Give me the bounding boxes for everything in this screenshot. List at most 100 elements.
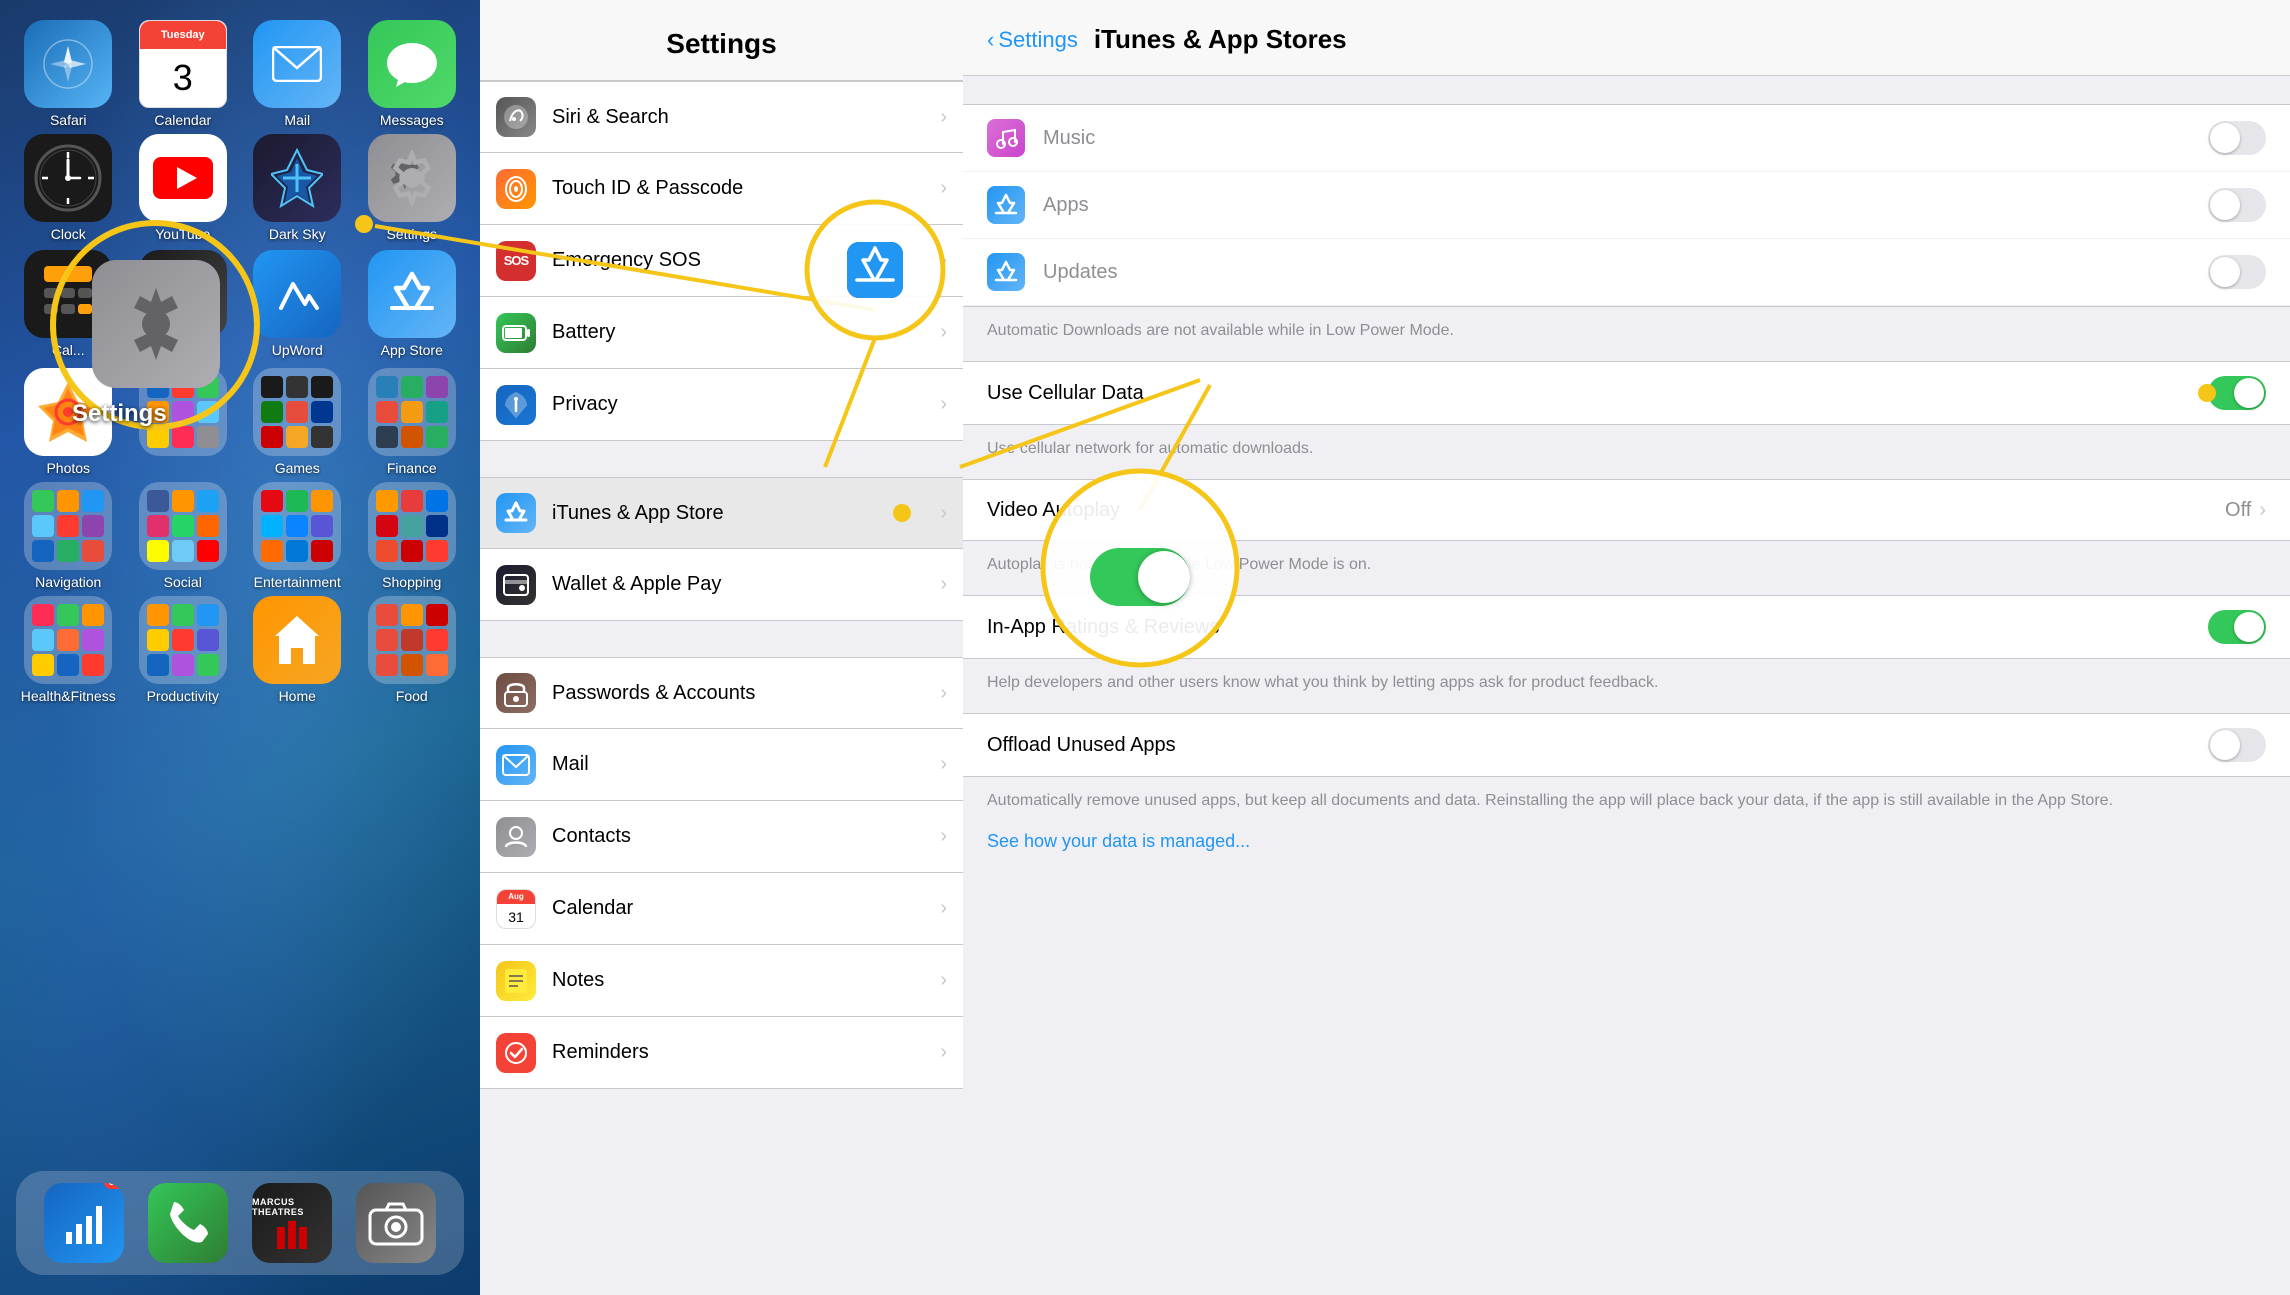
settings-row-sos[interactable]: SOS Emergency SOS › xyxy=(480,225,963,297)
wallet-row-label: Wallet & Apple Pay xyxy=(552,573,940,596)
auto-dl-row-apps[interactable]: Apps xyxy=(963,172,2290,239)
touchid-row-icon xyxy=(496,169,536,209)
dock-camera-icon xyxy=(356,1183,436,1263)
dock-camera[interactable] xyxy=(356,1183,436,1263)
battery-chevron: › xyxy=(940,321,947,344)
itunes-chevron: › xyxy=(940,502,947,525)
video-description: Autoplay is not available while Low Powe… xyxy=(963,541,2290,595)
dock-phone-icon xyxy=(148,1183,228,1263)
app-social[interactable]: Social xyxy=(131,482,236,590)
sos-row-label: Emergency SOS xyxy=(552,249,940,272)
youtube-icon xyxy=(139,134,227,222)
apps-auto-dl-label: Apps xyxy=(1043,194,2208,217)
safari-label: Safari xyxy=(50,112,87,128)
app-home[interactable]: Home xyxy=(245,596,350,704)
reminders-row-icon xyxy=(496,1033,536,1073)
contacts-row-icon xyxy=(496,817,536,857)
settings-row-touchid[interactable]: Touch ID & Passcode › xyxy=(480,153,963,225)
app-calendar[interactable]: Tuesday 3 Calendar xyxy=(131,20,236,128)
settings-row-privacy[interactable]: Privacy › xyxy=(480,369,963,441)
updates-auto-dl-icon xyxy=(987,253,1025,291)
settings-row-passwords[interactable]: Passwords & Accounts › xyxy=(480,657,963,729)
music-toggle-thumb xyxy=(2210,123,2240,153)
clock-label: Clock xyxy=(51,226,86,242)
app-productivity[interactable]: Productivity xyxy=(131,596,236,704)
dock-signal[interactable]: 305 xyxy=(44,1183,124,1263)
updates-toggle[interactable] xyxy=(2208,255,2266,289)
mail-row-icon xyxy=(496,745,536,785)
food-label: Food xyxy=(396,688,428,704)
youtube-label: YouTube xyxy=(155,226,210,242)
back-label: Settings xyxy=(998,27,1078,53)
contacts-chevron: › xyxy=(940,825,947,848)
auto-dl-row-music[interactable]: Music xyxy=(963,105,2290,172)
separator-2 xyxy=(480,621,963,657)
app-safari[interactable]: Safari xyxy=(16,20,121,128)
video-row[interactable]: Video Autoplay Off › xyxy=(963,480,2290,540)
app-darksky[interactable]: Dark Sky xyxy=(245,134,350,242)
app-shopping[interactable]: Shopping xyxy=(360,482,465,590)
video-label: Video Autoplay xyxy=(987,499,2225,522)
calendar-label: Calendar xyxy=(154,112,211,128)
ratings-description: Help developers and other users know wha… xyxy=(963,659,2290,713)
apps-toggle[interactable] xyxy=(2208,188,2266,222)
see-how-link[interactable]: See how your data is managed... xyxy=(963,831,2290,872)
music-auto-dl-icon xyxy=(987,119,1025,157)
app-mail[interactable]: Mail xyxy=(245,20,350,128)
ratings-toggle[interactable] xyxy=(2208,610,2266,644)
dock: 305 MARCUS THEATRES xyxy=(16,1171,464,1275)
settings-section-1: Siri & Search › Touch ID & Passcode › SO… xyxy=(480,81,963,441)
back-button[interactable]: ‹ Settings xyxy=(987,27,1078,53)
settings-row-contacts[interactable]: Contacts › xyxy=(480,801,963,873)
app-entertainment[interactable]: Entertainment xyxy=(245,482,350,590)
apps-auto-dl-icon xyxy=(987,186,1025,224)
music-auto-dl-label: Music xyxy=(1043,127,2208,150)
dock-signal-icon: 305 xyxy=(44,1183,124,1263)
cellular-toggle[interactable] xyxy=(2208,376,2266,410)
settings-row-calendar[interactable]: Aug 31 Calendar › xyxy=(480,873,963,945)
dock-theatre[interactable]: MARCUS THEATRES xyxy=(252,1183,332,1263)
itunes-row-icon xyxy=(496,493,536,533)
settings-row-siri[interactable]: Siri & Search › xyxy=(480,81,963,153)
notes-row-icon xyxy=(496,961,536,1001)
settings-row-notes[interactable]: Notes › xyxy=(480,945,963,1017)
mail-label: Mail xyxy=(284,112,310,128)
app-finance[interactable]: Finance xyxy=(360,368,465,476)
dock-theatre-icon: MARCUS THEATRES xyxy=(252,1183,332,1263)
app-appstore[interactable]: App Store xyxy=(360,250,465,358)
auto-dl-row-updates[interactable]: Updates xyxy=(963,239,2290,306)
settings-label-overlay: Settings xyxy=(72,400,167,428)
home-row-3: Cal... UpWord App Store xyxy=(0,250,480,358)
ratings-row[interactable]: In-App Ratings & Reviews xyxy=(963,596,2290,658)
reminders-row-label: Reminders xyxy=(552,1041,940,1064)
app-clock[interactable]: Clock xyxy=(16,134,121,242)
ratings-label: In-App Ratings & Reviews xyxy=(987,616,2208,639)
notes-row-label: Notes xyxy=(552,969,940,992)
messages-icon xyxy=(368,20,456,108)
cellular-row[interactable]: Use Cellular Data xyxy=(963,362,2290,424)
app-navigation[interactable]: Navigation xyxy=(16,482,121,590)
app-upword[interactable]: UpWord xyxy=(245,250,350,358)
app-messages[interactable]: Messages xyxy=(360,20,465,128)
offload-toggle[interactable] xyxy=(2208,728,2266,762)
wallet-chevron: › xyxy=(940,573,947,596)
battery-row-icon xyxy=(496,313,536,353)
home-grid: Safari Tuesday 3 Calendar Mail xyxy=(0,0,480,704)
app-youtube[interactable]: YouTube xyxy=(131,134,236,242)
right-panel-title: iTunes & App Stores xyxy=(1094,24,1347,55)
social-label: Social xyxy=(164,574,202,590)
offload-section: Offload Unused Apps xyxy=(963,713,2290,777)
offload-row[interactable]: Offload Unused Apps xyxy=(963,714,2290,776)
app-healthfitness[interactable]: Health&Fitness xyxy=(16,596,121,704)
settings-row-mail[interactable]: Mail › xyxy=(480,729,963,801)
settings-row-battery[interactable]: Battery › xyxy=(480,297,963,369)
calculator-label: Cal... xyxy=(52,342,85,358)
dock-phone[interactable] xyxy=(148,1183,228,1263)
settings-row-wallet[interactable]: Wallet & Apple Pay › xyxy=(480,549,963,621)
app-food[interactable]: Food xyxy=(360,596,465,704)
app-settings-small[interactable]: Settings xyxy=(360,134,465,242)
settings-row-itunes[interactable]: iTunes & App Store › xyxy=(480,477,963,549)
settings-row-reminders[interactable]: Reminders › xyxy=(480,1017,963,1089)
music-toggle[interactable] xyxy=(2208,121,2266,155)
app-games[interactable]: Games xyxy=(245,368,350,476)
